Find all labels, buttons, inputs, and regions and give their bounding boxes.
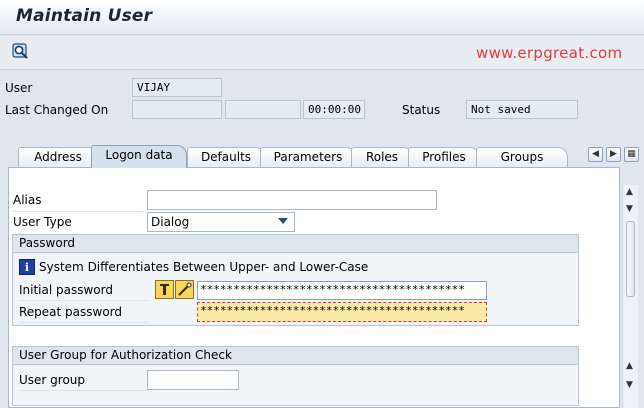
user-group-title: User Group for Authorization Check [13,347,578,365]
row-divider [19,322,149,323]
user-group-section: User Group for Authorization Check User … [12,346,579,406]
row-divider [19,300,149,301]
password-wizard-icon[interactable] [175,280,194,299]
user-group-input[interactable] [147,370,239,390]
tab-logon-data[interactable]: Logon data [91,145,187,168]
generate-password-icon[interactable] [155,280,174,299]
row-divider [19,390,149,391]
tab-panel-logon-data: Alias User Type Dialog Password i System… [8,167,620,408]
tab-roles[interactable]: Roles [351,147,413,168]
scroll-down-icon[interactable]: ▼ [626,380,633,390]
alias-label: Alias [13,193,42,207]
tab-profiles[interactable]: Profiles [408,147,480,168]
scroll-up-icon[interactable]: ▲ [626,187,633,197]
case-info-text: System Differentiates Between Upper- and… [39,260,369,274]
password-group: Password i System Differentiates Between… [12,234,579,326]
repeat-password-label: Repeat password [19,305,123,319]
chevron-down-icon[interactable] [278,218,288,224]
window-title: Maintain User [16,6,153,26]
status-label: Status [402,103,441,117]
alias-input[interactable] [147,190,437,210]
info-icon: i [19,259,35,275]
tab-scroll-left-icon[interactable]: ◀ [588,147,603,162]
last-changed-by-field[interactable] [225,100,301,119]
tab-address[interactable]: Address [18,147,98,168]
row-divider [13,211,143,212]
watermark-text: www.erpgreat.com [476,44,623,62]
tab-defaults[interactable]: Defaults [187,147,265,168]
user-type-label: User Type [13,215,72,229]
scroll-down-icon[interactable]: ▼ [626,204,633,214]
password-group-title: Password [13,235,578,253]
user-type-value: Dialog [151,215,190,229]
tab-parameters[interactable]: Parameters [260,147,356,168]
scrollbar-thumb[interactable] [626,221,635,297]
user-type-select[interactable]: Dialog [147,212,295,232]
status-field[interactable]: Not saved [466,100,578,119]
vertical-scrollbar[interactable]: ▲ ▼ ▲ ▼ [622,185,638,408]
user-group-label: User group [19,373,86,387]
initial-password-input[interactable]: **************************************** [197,281,487,300]
repeat-password-input[interactable]: **************************************** [197,302,487,322]
tab-scroll-right-icon[interactable]: ▶ [606,147,621,162]
tab-groups[interactable]: Groups [476,147,568,168]
tab-list-icon[interactable]: ▦ [624,147,639,162]
user-label: User [5,81,33,95]
scroll-up-icon[interactable]: ▲ [626,361,633,371]
last-changed-time-field[interactable]: 00:00:00 [303,100,365,119]
user-field[interactable]: VIJAY [132,78,222,97]
last-changed-date-field[interactable] [132,100,222,119]
initial-password-label: Initial password [19,283,113,297]
tab-strip: Address Logon data Defaults Parameters R… [8,145,580,168]
last-changed-label: Last Changed On [5,103,109,117]
display-change-icon[interactable] [11,42,31,62]
